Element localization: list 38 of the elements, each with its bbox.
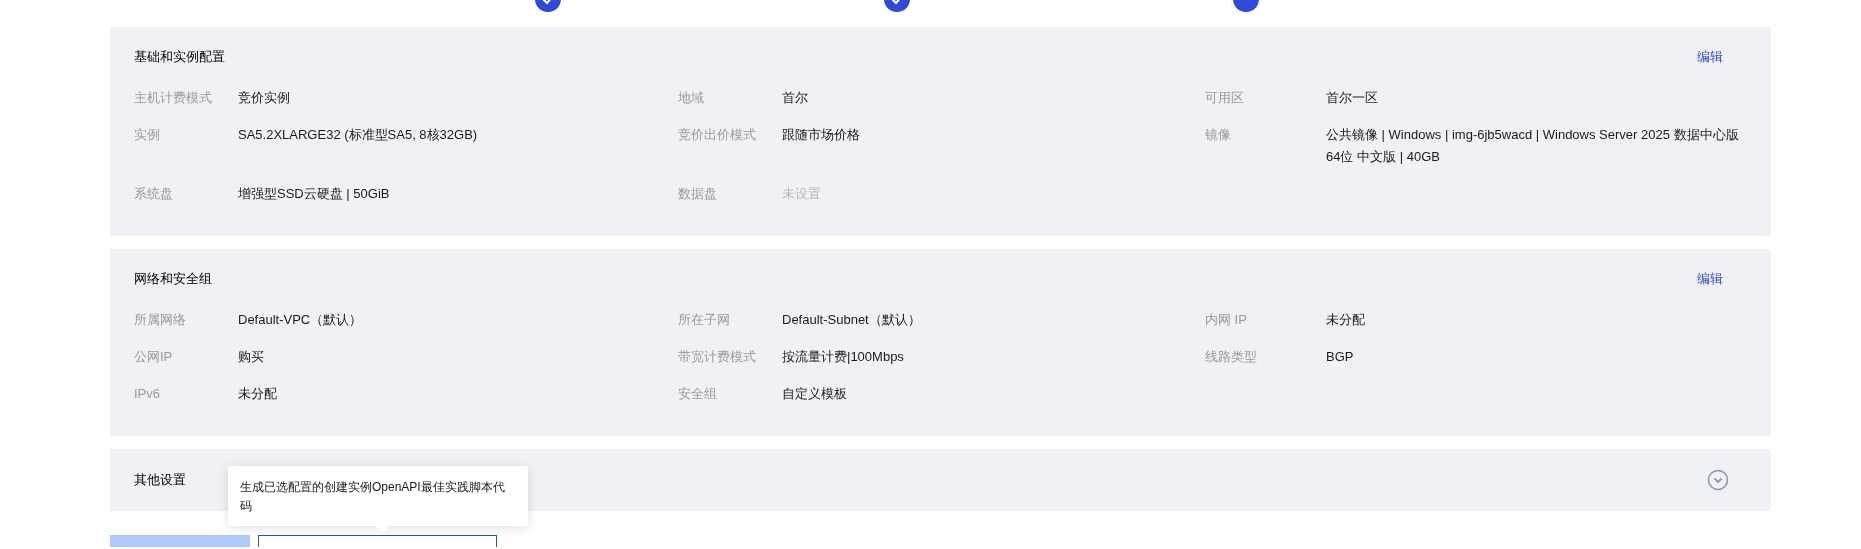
field-value: Default-VPC（默认） — [238, 311, 364, 329]
field-value: 未分配 — [1326, 311, 1365, 329]
field-value: 未分配 — [238, 385, 278, 403]
field-value: 自定义模板 — [782, 385, 848, 403]
field-label: 竞价出价模式 — [678, 126, 757, 144]
tooltip-text: 生成已选配置的创建实例OpenAPI最佳实践脚本代码 — [240, 479, 506, 515]
field-value: 按流量计费|100Mbps — [782, 348, 905, 366]
field-label: 所属网络 — [134, 311, 187, 329]
field-label: 安全组 — [678, 385, 718, 403]
field-value: 购买 — [238, 348, 265, 366]
field-value: 跟随市场价格 — [782, 126, 861, 144]
field-value: SA5.2XLARGE32 (标准型SA5, 8核32GB) — [238, 126, 479, 144]
field-label: 地域 — [678, 89, 705, 107]
field-value: 首尔 — [782, 89, 809, 107]
field-value: 首尔一区 — [1326, 89, 1378, 107]
field-label: 线路类型 — [1205, 348, 1258, 366]
field-label: 所在子网 — [678, 311, 731, 329]
field-label: 带宽计费模式 — [678, 348, 757, 366]
field-label: 公网IP — [134, 348, 174, 366]
section-title: 其他设置 — [134, 471, 186, 489]
edit-link[interactable]: 编辑 — [1697, 270, 1723, 288]
field-label: 主机计费模式 — [134, 89, 213, 107]
field-value: BGP — [1326, 348, 1354, 366]
edit-link[interactable]: 编辑 — [1697, 48, 1723, 66]
section-title: 网络和安全组 — [134, 270, 212, 288]
field-label: 镜像 — [1205, 126, 1232, 144]
field-label: 实例 — [134, 126, 161, 144]
field-label: 系统盘 — [134, 185, 174, 203]
field-value: Default-Subnet（默认） — [782, 311, 922, 329]
field-value: 未设置 — [782, 185, 822, 203]
field-value: 竞价实例 — [238, 89, 291, 107]
field-label: 内网 IP — [1205, 311, 1248, 329]
field-label: 数据盘 — [678, 185, 718, 203]
section-title: 基础和实例配置 — [134, 48, 225, 66]
field-label: 可用区 — [1205, 89, 1245, 107]
field-value: 公共镜像 | Windows | img-6jb5wacd | Windows Server 2025 数据中心版 64位 中文版 | 40GB — [1326, 126, 1740, 166]
field-label: IPv6 — [134, 385, 161, 403]
field-value: 增强型SSD云硬盘 | 50GiB — [238, 185, 391, 203]
